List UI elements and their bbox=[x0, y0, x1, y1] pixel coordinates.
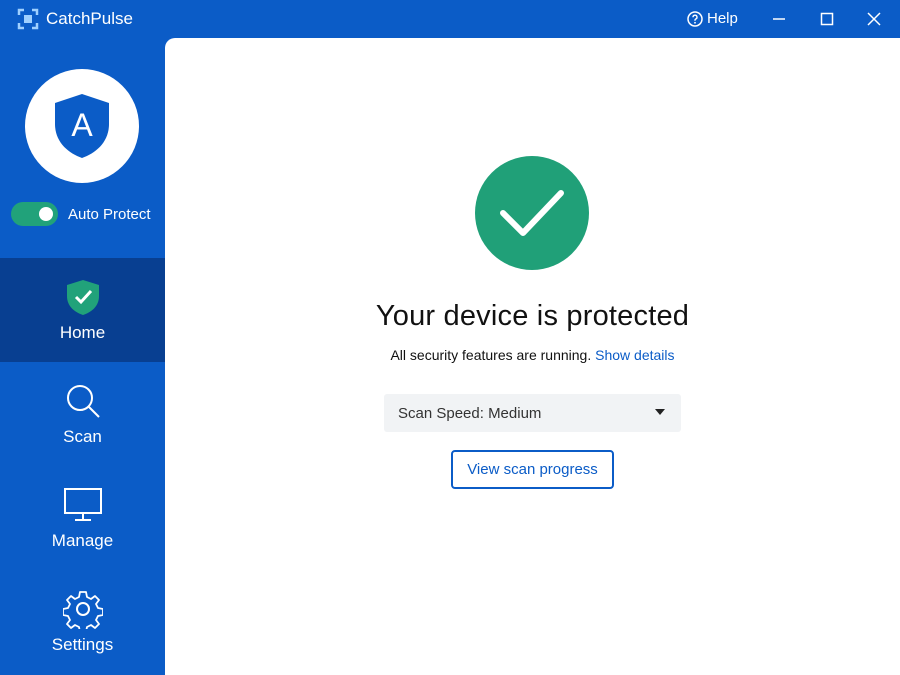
close-button[interactable] bbox=[859, 4, 889, 34]
help-icon bbox=[687, 10, 703, 27]
sidebar-item-home[interactable]: Home bbox=[0, 258, 165, 362]
close-icon bbox=[867, 12, 881, 26]
caret-down-icon bbox=[655, 409, 665, 415]
sidebar-item-scan[interactable]: Scan bbox=[0, 362, 165, 466]
title-bar: CatchPulse Help bbox=[0, 0, 900, 38]
gear-icon bbox=[62, 591, 103, 629]
scan-speed-select[interactable]: Scan Speed: Medium bbox=[384, 394, 681, 432]
sidebar-item-label: Manage bbox=[51, 531, 114, 550]
status-description: All security features are running. bbox=[390, 347, 596, 363]
protection-badge: A bbox=[25, 69, 139, 183]
status-check bbox=[475, 156, 589, 270]
help-label: Help bbox=[707, 10, 738, 27]
sidebar: A Auto Protect Home Scan Manage Settings bbox=[0, 38, 165, 675]
search-icon bbox=[66, 385, 100, 418]
show-details-link[interactable]: Show details bbox=[595, 347, 674, 363]
sidebar-item-label: Home bbox=[59, 323, 106, 342]
app-logo-icon bbox=[17, 8, 39, 30]
auto-protect-label: Auto Protect bbox=[68, 205, 151, 223]
app-title: CatchPulse bbox=[46, 9, 133, 28]
minimize-icon bbox=[773, 18, 785, 20]
minimize-button[interactable] bbox=[764, 4, 794, 34]
svg-text:A: A bbox=[71, 107, 93, 143]
status-headline: Your device is protected bbox=[375, 300, 690, 332]
sidebar-item-manage[interactable]: Manage bbox=[0, 466, 165, 570]
help-button[interactable]: Help bbox=[687, 10, 738, 27]
shield-a-icon: A bbox=[55, 94, 109, 158]
status-subline: All security features are running. Show … bbox=[165, 347, 900, 363]
sidebar-item-settings[interactable]: Settings bbox=[0, 570, 165, 674]
maximize-button[interactable] bbox=[812, 4, 842, 34]
sidebar-item-label: Scan bbox=[63, 427, 102, 446]
monitor-icon bbox=[63, 488, 102, 521]
scan-speed-value: Scan Speed: Medium bbox=[398, 404, 542, 422]
checkmark-icon bbox=[500, 190, 564, 236]
auto-protect-toggle[interactable] bbox=[11, 202, 58, 226]
auto-protect-toggle-row[interactable]: Auto Protect bbox=[11, 202, 151, 226]
view-scan-progress-button[interactable]: View scan progress bbox=[451, 450, 614, 489]
shield-check-icon bbox=[66, 280, 99, 315]
main-panel: Your device is protected All security fe… bbox=[165, 38, 900, 675]
sidebar-item-label: Settings bbox=[51, 635, 114, 654]
maximize-icon bbox=[820, 12, 834, 26]
